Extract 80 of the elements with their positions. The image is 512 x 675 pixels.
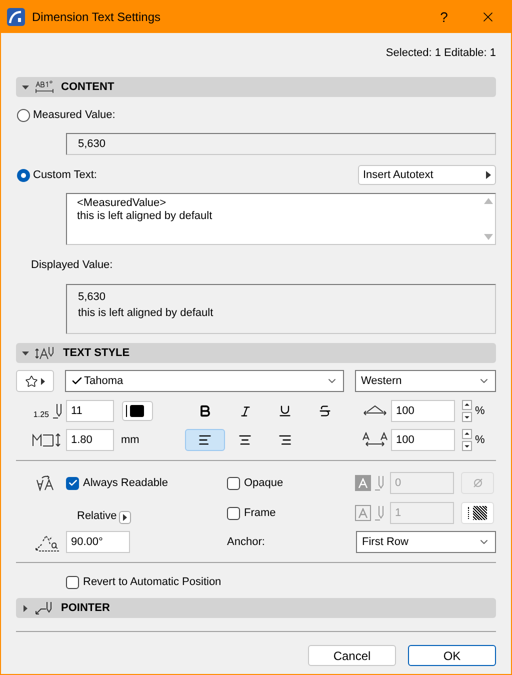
cancel-button[interactable]: Cancel (308, 645, 396, 666)
collapse-triangle-icon[interactable] (22, 350, 29, 356)
section-header[interactable]: POINTER (16, 598, 496, 618)
spin-down-icon[interactable] (462, 412, 472, 422)
align-center-icon (238, 433, 252, 447)
text-line: this is left aligned by default (77, 210, 212, 223)
rotation-mode-label: Relative (77, 508, 117, 524)
line-spacing-icon (32, 433, 63, 447)
help-button[interactable]: ? (429, 6, 459, 28)
checkbox-label: Revert to Automatic Position (83, 574, 222, 590)
script-dropdown[interactable]: Western (355, 370, 496, 392)
displayed-value-label: Displayed Value: (31, 258, 113, 273)
italic-icon (238, 404, 252, 418)
selection-info: Selected: 1 Editable: 1 (386, 46, 496, 60)
checkbox[interactable] (66, 476, 79, 490)
checkbox-label: Always Readable (83, 476, 168, 491)
spin-up-icon[interactable] (462, 400, 472, 410)
rotation-angle-field[interactable]: 90.00° (66, 531, 130, 553)
submenu-triangle-icon (122, 514, 127, 521)
submenu-triangle-icon (41, 378, 45, 384)
spinner-arrows[interactable] (462, 400, 472, 422)
pen-icon (375, 475, 385, 491)
section-header[interactable]: TEXT STYLE (16, 343, 496, 363)
spinner-arrows[interactable] (462, 429, 472, 451)
section-title: POINTER (61, 600, 110, 616)
font-dropdown[interactable]: Tahoma (65, 370, 344, 392)
option-label: Measured Value: (33, 108, 116, 123)
section-title: CONTENT (61, 80, 114, 95)
measured-value-field: 5,630 (66, 133, 496, 155)
width-factor-icon (362, 404, 388, 418)
fill-pattern-button[interactable] (461, 502, 494, 524)
character-spacing-icon (362, 432, 388, 448)
align-right-icon (278, 433, 292, 447)
underline-icon (278, 404, 292, 418)
line-spacing-field[interactable]: 1.80 (66, 429, 114, 451)
text-line: 5,630 (78, 290, 106, 305)
section-header[interactable]: CONTENT (16, 77, 496, 97)
submenu-triangle-icon (486, 171, 491, 179)
letter-a-icon (355, 475, 371, 491)
anchor-label: Anchor: (227, 534, 265, 550)
star-icon (25, 374, 38, 388)
anchor-value: First Row (362, 534, 408, 550)
collapse-triangle-icon[interactable] (22, 84, 29, 90)
unit-label: % (475, 404, 485, 419)
align-left-icon (198, 433, 212, 447)
text-line: <MeasuredValue> (77, 197, 166, 210)
text-line: this is left aligned by default (78, 306, 214, 321)
radio-button[interactable] (17, 168, 30, 182)
spin-up-icon[interactable] (462, 429, 472, 439)
checkbox-label: Opaque (244, 476, 284, 491)
radio-button[interactable] (17, 108, 30, 122)
dimension-text-icon (35, 80, 55, 94)
app-logo-icon (7, 8, 25, 26)
empty-set-icon (472, 478, 482, 488)
option-label: Custom Text: (33, 168, 97, 183)
pen-icon (375, 505, 385, 521)
section-title: TEXT STYLE (63, 346, 130, 361)
unit-label: % (475, 432, 485, 448)
checkbox-label: Frame (244, 506, 276, 521)
align-left-button[interactable] (185, 429, 225, 451)
ok-button[interactable]: OK (408, 645, 496, 666)
anchor-dropdown[interactable]: First Row (356, 531, 496, 553)
letter-a-icon (355, 505, 371, 521)
width-factor-field[interactable]: 100 (391, 400, 455, 422)
script-name: Western (361, 374, 402, 389)
strikethrough-icon (318, 404, 332, 418)
window-title: Dimension Text Settings (32, 9, 161, 26)
check-icon (71, 375, 83, 387)
font-name: Tahoma (84, 374, 124, 389)
insert-autotext-button[interactable]: Insert Autotext (358, 165, 496, 185)
spin-down-icon[interactable] (462, 441, 472, 451)
expand-triangle-icon[interactable] (22, 604, 29, 612)
rotation-mode-button[interactable] (118, 511, 131, 524)
color-button[interactable] (122, 401, 153, 421)
unit-label: mm (121, 432, 140, 448)
bold-icon (198, 404, 212, 418)
text-size-field[interactable]: 11 (66, 400, 114, 422)
checkbox[interactable] (66, 576, 79, 588)
character-spacing-field[interactable]: 100 (391, 429, 455, 451)
favorites-button[interactable] (16, 370, 54, 392)
